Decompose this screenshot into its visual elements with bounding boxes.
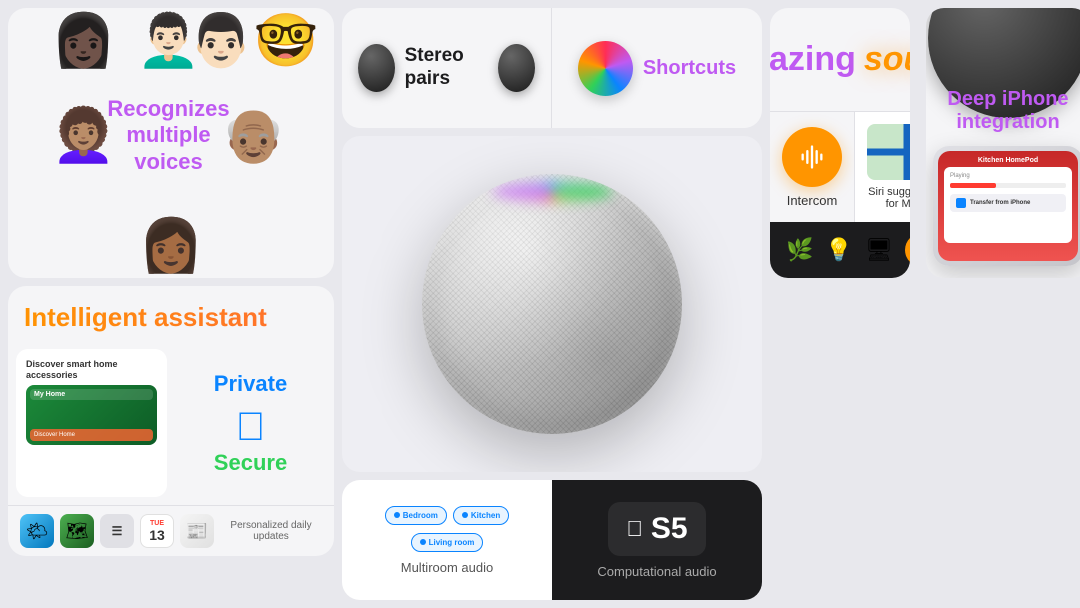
voices-card: 👩🏿 👨🏻‍🦱 👩🏽‍🦱 Recognizes multiple voices … <box>8 8 334 278</box>
voices-label-container: Recognizes multiple voices <box>131 93 206 178</box>
temp-badge: 72° <box>905 233 910 267</box>
progress-fill <box>950 183 996 188</box>
shortcuts-section: Shortcuts <box>552 8 762 128</box>
intercom-section: Intercom <box>770 111 854 222</box>
kitchen-homepod-label: Kitchen HomePod <box>944 157 1072 164</box>
homepod-container <box>422 174 682 434</box>
calendar-icon: TUE 13 <box>140 514 174 548</box>
smart-home-icons-row: 🌿 💡 🖥 72° 🔓 <box>786 233 910 267</box>
amazing-label: Amazing <box>770 40 856 79</box>
maps-icon: 🗺 <box>60 514 94 548</box>
daily-updates-bar: 🌤 🗺 ☰ TUE 13 📰 Personalized daily update… <box>8 505 334 556</box>
computational-card:  S5 Computational audio <box>552 480 762 600</box>
homepod-right-icon <box>498 44 535 92</box>
weather-icon: 🌤 <box>20 514 54 548</box>
shortcuts-label: Shortcuts <box>643 57 736 80</box>
apple-logo-icon:  <box>236 405 266 450</box>
transfer-label: Transfer from iPhone <box>970 200 1030 206</box>
intercom-orb-icon <box>782 127 842 187</box>
smart-bulb-icon: 💡 <box>825 237 852 263</box>
s5-label: S5 <box>651 512 688 546</box>
smart-tv-icon: 🖥 <box>865 237 893 263</box>
private-secure-card: Private  Secure <box>179 353 322 493</box>
transfer-row: Transfer from iPhone <box>950 194 1066 212</box>
memoji-1: 👩🏿 <box>46 8 121 83</box>
intelligent-card: Intelligent assistant Discover smart hom… <box>8 286 334 556</box>
playing-sub-text: Playing <box>950 173 1066 179</box>
left-column: 👩🏿 👨🏻‍🦱 👩🏽‍🦱 Recognizes multiple voices … <box>8 8 334 600</box>
iphone-content-area: Playing Transfer from iPhone <box>944 167 1072 243</box>
right-column: Deep iPhone integration Kitchen HomePod … <box>770 8 1080 600</box>
amazing-sound-header: Amazing sound <box>770 8 910 111</box>
private-label: Private <box>214 371 287 397</box>
intercom-siri-grid: Intercom Siri suggestions for Maps <box>770 111 910 222</box>
news-icon: 📰 <box>180 514 214 548</box>
multiroom-card: Bedroom Kitchen Living room Multiroom au… <box>342 480 552 600</box>
smart-home-title: Discover smart home accessories <box>26 359 157 381</box>
siri-orb-icon <box>578 41 633 96</box>
memoji-5: 👴🏽 <box>216 93 291 178</box>
memoji-6: 👩🏾 <box>134 203 209 278</box>
siri-maps-section: Siri suggestions for Maps <box>854 111 910 222</box>
stereo-shortcuts-card: Stereo pairs Shortcuts <box>342 8 762 128</box>
homepod-main-image <box>422 174 682 434</box>
multiroom-rooms-visual: Bedroom Kitchen <box>385 506 509 525</box>
transfer-icon <box>956 198 966 208</box>
sound-label: sound <box>864 40 910 79</box>
memoji-4: 👨🏻‍🤓 <box>216 8 291 83</box>
bottom-audio-cards: Bedroom Kitchen Living room Multiroom au… <box>342 480 762 600</box>
amazing-sound-card: Amazing sound Intercom <box>770 8 910 278</box>
kitchen-room: Kitchen <box>453 506 509 525</box>
intercom-label: Intercom <box>787 193 838 208</box>
smart-plant-icon: 🌿 <box>786 237 813 263</box>
memoji-grid: 👩🏿 👨🏻‍🦱 👩🏽‍🦱 Recognizes multiple voices … <box>46 8 296 183</box>
maps-visual <box>867 124 910 180</box>
iphone-integration-label: Deep iPhone integration <box>938 88 1078 134</box>
iphone-screen: Kitchen HomePod Playing Transfer from iP… <box>938 151 1078 261</box>
homepod-main-card <box>342 136 762 472</box>
stereo-label: Stereo pairs <box>405 45 489 91</box>
computational-label: Computational audio <box>597 564 716 579</box>
intelligent-title: Intelligent assistant <box>8 286 334 341</box>
iphone-mockup: Kitchen HomePod Playing Transfer from iP… <box>933 146 1080 266</box>
siri-maps-label: Siri suggestions for Maps <box>867 186 910 210</box>
smart-home-bar: 🌿 💡 🖥 72° 🔓 Smart home control <box>770 222 910 278</box>
homepod-left-icon <box>358 44 395 92</box>
waveform-icon <box>798 143 826 171</box>
daily-updates-label: Personalized daily updates <box>220 520 322 542</box>
apple-chip-logo-icon:  <box>626 516 643 542</box>
voices-text: Recognizes multiple voices <box>107 96 229 175</box>
s5-chip-visual:  S5 <box>608 502 705 556</box>
secure-label: Secure <box>214 450 287 476</box>
maps-road-vertical <box>904 124 911 180</box>
bedroom-room: Bedroom <box>385 506 447 525</box>
reminder-icon: ☰ <box>100 514 134 548</box>
center-column: Stereo pairs Shortcuts Bedroo <box>342 8 762 600</box>
multiroom-label: Multiroom audio <box>401 560 494 575</box>
iphone-integration-card: Deep iPhone integration Kitchen HomePod … <box>926 8 1080 278</box>
stereo-section: Stereo pairs <box>342 8 552 128</box>
living-room: Living room <box>411 533 484 552</box>
progress-bar <box>950 183 1066 188</box>
